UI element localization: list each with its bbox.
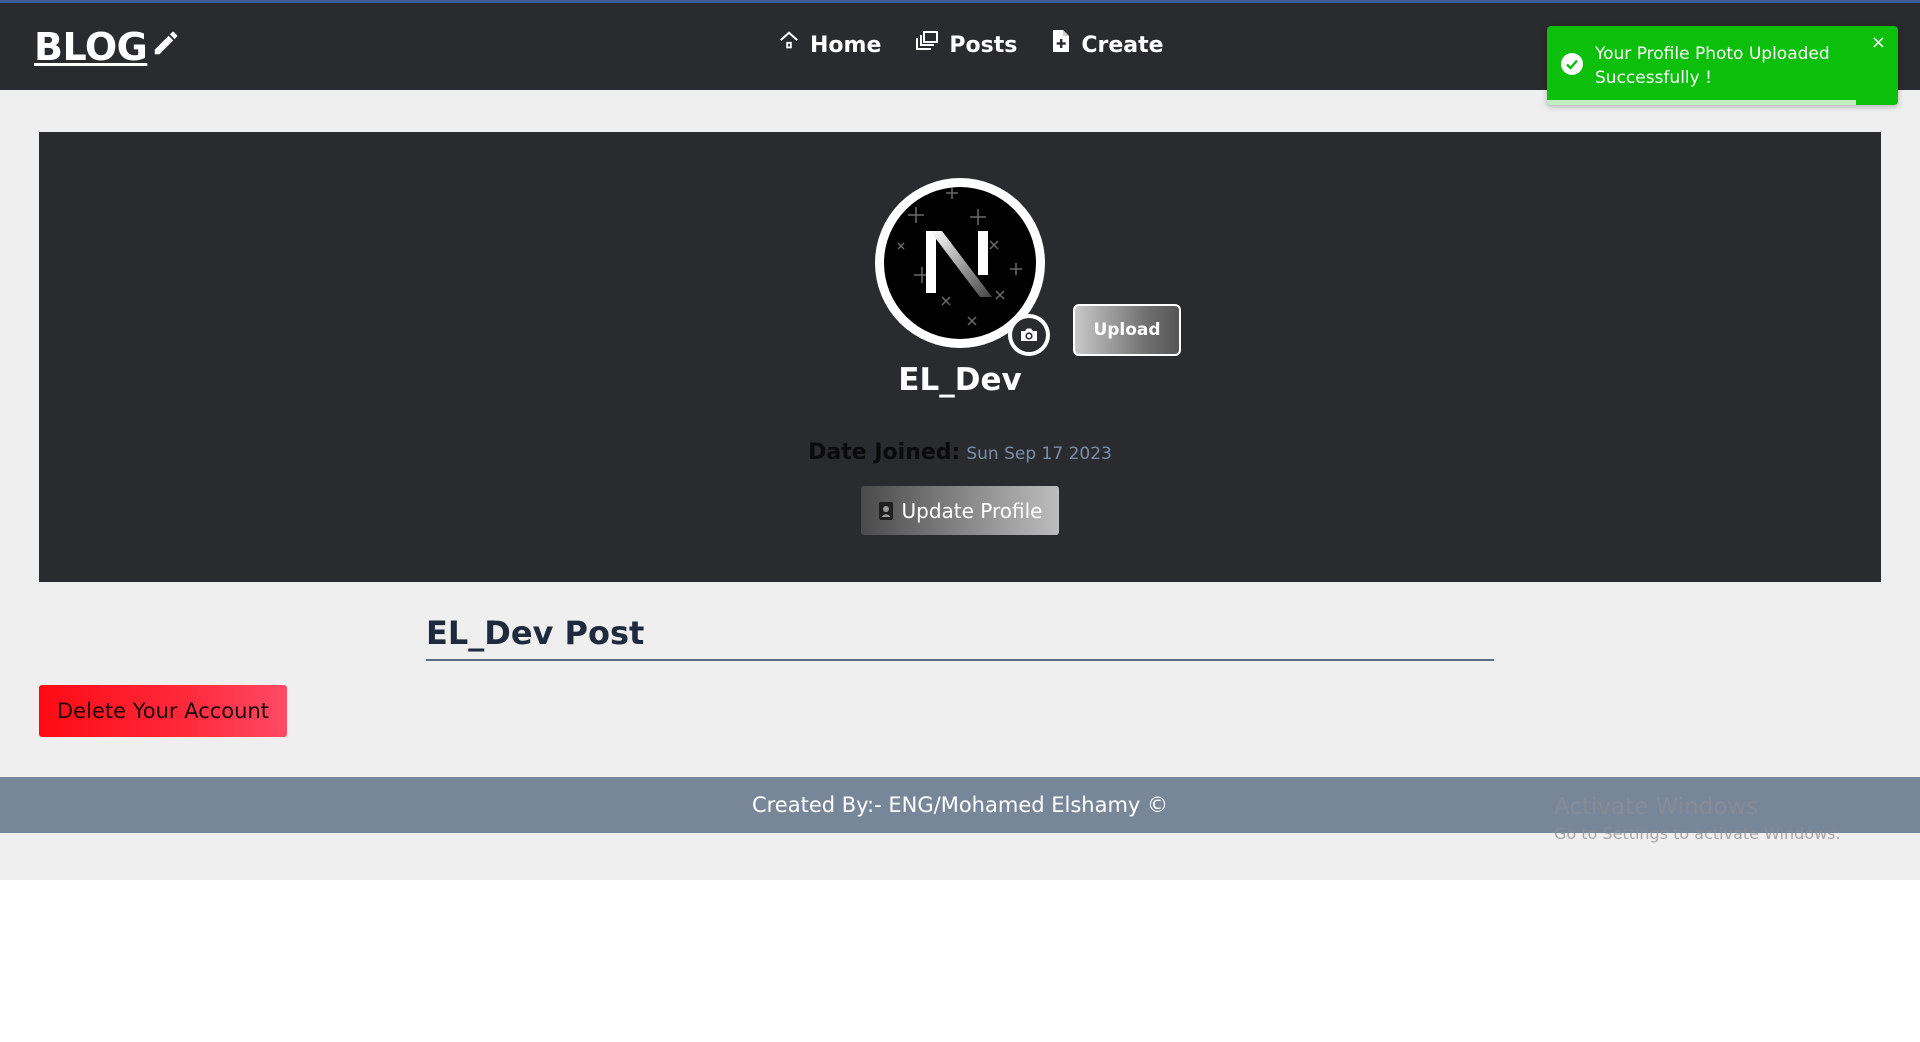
date-joined: Date Joined: Sun Sep 17 2023	[700, 440, 1220, 465]
close-icon[interactable]: ×	[1871, 32, 1886, 53]
upload-button[interactable]: Upload	[1073, 304, 1181, 356]
posts-icon	[915, 30, 939, 52]
nav-posts[interactable]: Posts	[915, 30, 1018, 58]
nav-home-label: Home	[810, 33, 882, 58]
divider	[426, 659, 1494, 661]
watermark-title: Activate Windows	[1554, 794, 1759, 820]
toast-message: Your Profile Photo Uploaded Successfully…	[1595, 44, 1830, 88]
watermark-subtitle: Go to Settings to activate Windows.	[1554, 824, 1841, 843]
camera-icon[interactable]	[1008, 314, 1050, 356]
nav-create[interactable]: Create	[1051, 29, 1164, 58]
create-file-icon	[1051, 29, 1071, 53]
check-circle-icon	[1561, 53, 1583, 75]
username: EL_Dev	[898, 362, 1022, 398]
toast-progress-bar	[1547, 100, 1856, 105]
logo-text: BLOG	[34, 25, 148, 69]
success-toast[interactable]: Your Profile Photo Uploaded Successfully…	[1547, 26, 1898, 105]
date-joined-label: Date Joined:	[808, 440, 961, 465]
nav-links: Home Posts Create	[778, 29, 1164, 58]
nav-posts-label: Posts	[949, 33, 1018, 58]
activation-watermark: Activate Windows Go to Settings to activ…	[1554, 794, 1841, 843]
delete-account-button[interactable]: Delete Your Account	[39, 685, 287, 737]
update-profile-label: Update Profile	[901, 498, 1043, 523]
posts-title: EL_Dev Post	[426, 614, 645, 652]
pencil-icon	[151, 28, 181, 58]
avatar-image	[884, 187, 1036, 339]
nav-create-label: Create	[1081, 33, 1164, 58]
logo[interactable]: BLOG	[34, 25, 181, 69]
contact-book-icon	[878, 501, 894, 521]
update-profile-button[interactable]: Update Profile	[861, 486, 1059, 535]
home-icon	[778, 30, 800, 52]
date-joined-value: Sun Sep 17 2023	[966, 444, 1112, 464]
nav-home[interactable]: Home	[778, 30, 882, 58]
